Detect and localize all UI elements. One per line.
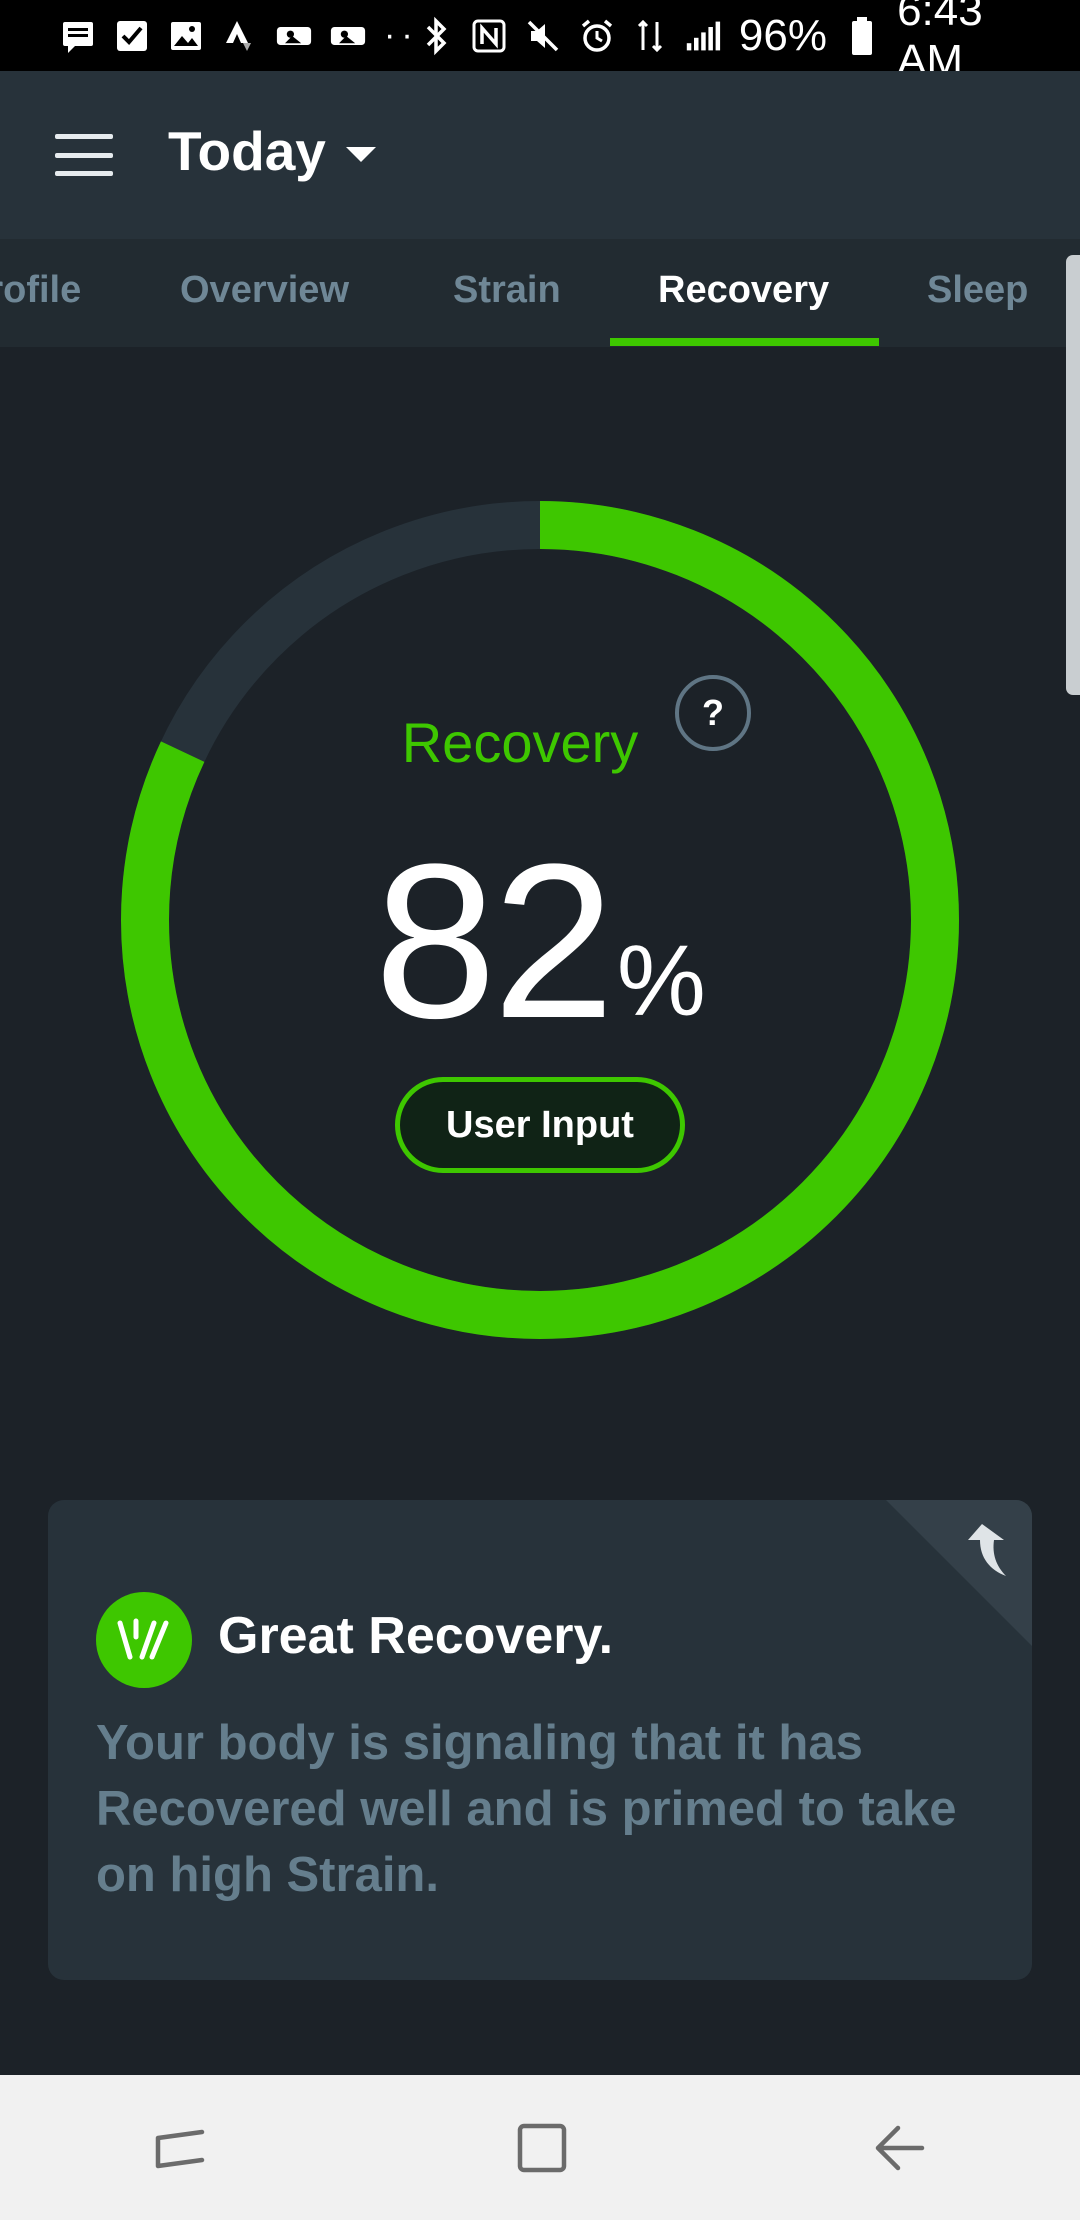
home-icon[interactable]	[495, 2103, 585, 2193]
help-icon[interactable]: ?	[675, 675, 751, 751]
insight-card: Great Recovery. Your body is signaling t…	[48, 1500, 1032, 1980]
battery-icon	[845, 16, 879, 55]
lte-data-icon	[633, 18, 667, 54]
status-bar: ·· 96% 6:43 AM	[0, 0, 1080, 85]
tab-profile[interactable]: Profile	[0, 269, 81, 312]
date-selector[interactable]: Today	[168, 119, 376, 183]
recovery-score-value: 82	[374, 818, 615, 1064]
alarm-icon	[579, 18, 615, 54]
hamburger-menu-icon[interactable]	[55, 134, 113, 176]
mlb-icon	[330, 18, 366, 54]
insight-title: Great Recovery.	[218, 1607, 614, 1665]
recovery-score: 82%	[100, 815, 980, 1068]
bluetooth-icon	[419, 16, 453, 55]
tab-strain[interactable]: Strain	[453, 269, 561, 312]
scrollbar[interactable]	[1066, 255, 1080, 695]
more-notifications-icon: ··	[384, 16, 419, 54]
message-icon	[60, 18, 96, 54]
recovery-label: Recovery	[401, 711, 639, 774]
task-check-icon	[114, 18, 150, 54]
system-nav-bar	[0, 2075, 1080, 2220]
caret-down-icon	[345, 146, 376, 162]
flip-back-icon[interactable]	[962, 1518, 1014, 1587]
mute-icon	[525, 18, 561, 54]
whoop-logo-icon	[96, 1592, 192, 1688]
tab-overview[interactable]: Overview	[180, 269, 349, 312]
tab-sleep[interactable]: Sleep	[927, 269, 1028, 312]
date-title: Today	[168, 120, 326, 182]
notification-icons: ··	[60, 16, 419, 55]
mlb-icon	[276, 18, 312, 54]
nfc-icon	[471, 18, 507, 54]
recovery-gauge: Recovery ? 82% User Input	[100, 480, 980, 1360]
battery-percent: 96%	[738, 10, 827, 60]
gallery-icon	[168, 18, 204, 54]
strava-icon	[222, 18, 258, 54]
back-icon[interactable]	[855, 2103, 945, 2193]
app-header: Today	[0, 71, 1080, 239]
tab-recovery[interactable]: Recovery	[658, 269, 829, 312]
tab-bar: Profile Overview Strain Recovery Sleep	[0, 239, 1080, 347]
recovery-label-row: Recovery	[100, 710, 980, 775]
user-input-button[interactable]: User Input	[395, 1077, 685, 1173]
recovery-score-unit: %	[616, 925, 706, 1037]
active-tab-indicator	[610, 338, 879, 346]
signal-icon	[685, 18, 721, 54]
insight-body: Your body is signaling that it has Recov…	[96, 1716, 957, 1902]
recent-apps-icon[interactable]	[135, 2103, 225, 2193]
